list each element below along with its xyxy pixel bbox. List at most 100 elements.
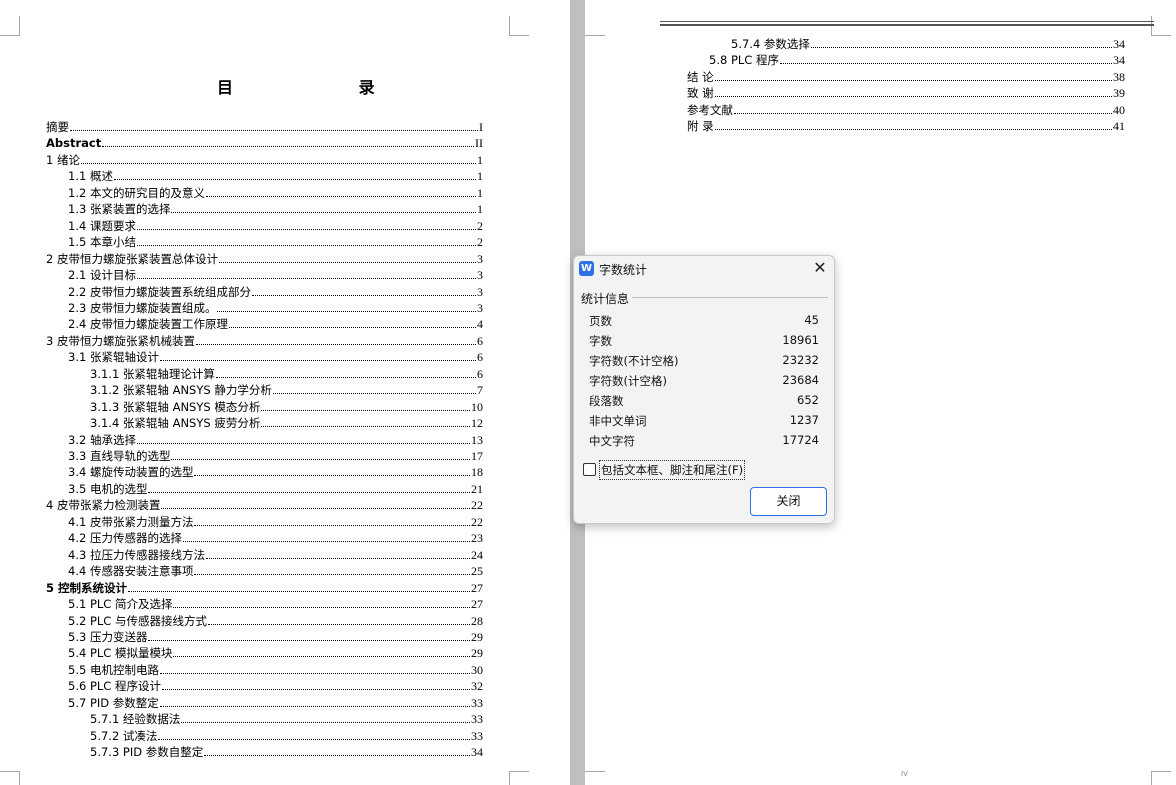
toc-entry[interactable]: 5.3 压力变送器 29 [68, 628, 483, 644]
wps-writer-icon: W [579, 261, 594, 276]
toc-entry[interactable]: 摘要 I [46, 118, 483, 134]
toc-entry[interactable]: 5.7.2 试凑法 33 [90, 727, 483, 743]
toc-entry[interactable]: 5.8 PLC 程序 34 [709, 51, 1125, 67]
toc-entry-label: 2 皮带恒力螺旋张紧装置总体设计 [46, 251, 218, 266]
toc-entry[interactable]: 4.1 皮带张紧力测量方法 22 [68, 513, 483, 529]
toc-entry-page: 4 [477, 317, 483, 332]
toc-entry[interactable]: 3.1.4 张紧辊轴 ANSYS 疲劳分析 12 [90, 414, 483, 430]
stat-label: 页数 [589, 314, 612, 328]
toc-leader-dots [173, 607, 470, 609]
toc-entry[interactable]: 附 录 41 [687, 117, 1125, 133]
stat-value: 23684 [782, 373, 819, 387]
toc-entry[interactable]: 1.1 概述 1 [68, 167, 483, 183]
toc-entry-page: 3 [477, 251, 483, 266]
stat-value: 17724 [782, 433, 819, 447]
toc-entry-label: 5.6 PLC 程序设计 [68, 679, 161, 694]
toc-entry-page: 28 [471, 613, 483, 628]
crop-mark [0, 16, 20, 36]
toc-leader-dots [714, 129, 1112, 130]
toc-entry-label: 4.3 拉压力传感器接线方法 [68, 547, 205, 562]
toc-entry[interactable]: 1.5 本章小结 2 [68, 233, 483, 249]
toc-leader-dots [159, 360, 476, 362]
toc-entry-label: 1.5 本章小结 [68, 235, 136, 250]
toc-entry[interactable]: 3 皮带恒力螺旋张紧机械装置 6 [46, 332, 483, 348]
toc-leader-dots [194, 475, 470, 477]
toc-entry-label: 摘要 [46, 120, 69, 134]
toc-entry-page: 17 [471, 449, 483, 463]
toc-entry[interactable]: 5.5 电机控制电路 30 [68, 661, 483, 677]
toc-entry-page: 25 [471, 564, 483, 579]
crop-mark [585, 771, 605, 785]
toc-entry-label: 结 论 [687, 69, 714, 84]
toc-entry-page: 27 [471, 597, 483, 612]
toc-leader-dots [228, 327, 476, 329]
toc-entry[interactable]: 4 皮带张紧力检测装置 22 [46, 496, 483, 512]
toc-entry[interactable]: 3.1.3 张紧辊轴 ANSYS 模态分析 10 [90, 398, 483, 414]
toc-entry[interactable]: 1 绪论 1 [46, 151, 483, 167]
toc-entry[interactable]: 2.4 皮带恒力螺旋装置工作原理 4 [68, 315, 483, 331]
toc-entry-label: 5.7.1 经验数据法 [90, 712, 181, 727]
toc-entry[interactable]: 5.1 PLC 简介及选择 27 [68, 595, 483, 611]
toc-leader-dots [173, 656, 470, 658]
close-icon[interactable]: ✕ [812, 260, 828, 276]
toc-entry[interactable]: 3.5 电机的选型 21 [68, 480, 483, 496]
toc-leader-dots [171, 459, 470, 460]
toc-entry-label: 2.4 皮带恒力螺旋装置工作原理 [68, 317, 228, 332]
toc-entry[interactable]: 4.4 传感器安装注意事项 25 [68, 562, 483, 578]
toc-leader-dots [182, 541, 470, 543]
toc-entry[interactable]: 2.2 皮带恒力螺旋装置系统组成部分 3 [68, 283, 483, 299]
toc-entry[interactable]: 2.1 设计目标 3 [68, 266, 483, 282]
toc-entry[interactable]: 3.2 轴承选择 13 [68, 431, 483, 447]
toc-entry-page: 38 [1113, 69, 1125, 84]
toc-entry-page: 6 [477, 333, 483, 348]
toc-entry[interactable]: Abstract II [46, 134, 483, 150]
include-textbox-footnote-label[interactable]: 包括文本框、脚注和尾注(F) [599, 460, 746, 480]
toc-entry-page: 22 [471, 498, 483, 513]
toc-entry[interactable]: 结 论 38 [687, 68, 1125, 84]
toc-entry[interactable]: 5.4 PLC 模拟量模块 29 [68, 644, 483, 660]
include-textbox-footnote-checkbox[interactable] [583, 463, 596, 476]
toc-entry[interactable]: 3.1.1 张紧辊轴理论计算 6 [90, 365, 483, 381]
toc-entry[interactable]: 4.2 压力传感器的选择 23 [68, 529, 483, 545]
stat-label: 字数 [589, 334, 612, 348]
toc-entry[interactable]: 参考文献 40 [687, 101, 1125, 117]
toc-entry-page: 41 [1113, 119, 1125, 133]
toc-entry[interactable]: 5.7.3 PID 参数自整定 34 [90, 743, 483, 759]
toc-entry-label: 3.1 张紧辊轴设计 [68, 350, 159, 365]
toc-entry[interactable]: 3.1 张紧辊轴设计 6 [68, 348, 483, 364]
toc-entry[interactable]: 3.3 直线导轨的选型 17 [68, 447, 483, 463]
toc-entry[interactable]: 1.4 课题要求 2 [68, 217, 483, 233]
toc-entry[interactable]: 3.4 螺旋传动装置的选型 18 [68, 463, 483, 479]
toc-leader-dots [159, 705, 470, 707]
toc-entry[interactable]: 5 控制系统设计 27 [46, 579, 483, 595]
toc-entry[interactable]: 5.7 PID 参数整定 33 [68, 694, 483, 710]
toc-entry[interactable]: 5.6 PLC 程序设计 32 [68, 677, 483, 693]
toc-entry[interactable]: 1.2 本文的研究目的及意义 1 [68, 184, 483, 200]
toc-entry[interactable]: 2 皮带恒力螺旋张紧装置总体设计 3 [46, 250, 483, 266]
toc-entry[interactable]: 5.7.4 参数选择 34 [731, 35, 1125, 51]
toc-entry[interactable]: 5.7.1 经验数据法 33 [90, 710, 483, 726]
toc-entry[interactable]: 4.3 拉压力传感器接线方法 24 [68, 546, 483, 562]
toc-title: 目 录 [217, 78, 435, 97]
toc-entry-page: 12 [471, 416, 483, 431]
word-count-dialog: W 字数统计 ✕ 统计信息 页数 45 字数 18961 字符数(不计空格) 23232 字… [573, 255, 835, 524]
stat-row: 字数 18961 [589, 333, 819, 349]
toc-entry[interactable]: 5.2 PLC 与传感器接线方式 28 [68, 612, 483, 628]
toc-entry-label: 5.8 PLC 程序 [709, 53, 779, 68]
stat-row: 中文字符 17724 [589, 433, 819, 449]
toc-leader-dots [207, 623, 470, 625]
toc-entry[interactable]: 3.1.2 张紧辊轴 ANSYS 静力学分析 7 [90, 381, 483, 397]
toc-entry[interactable]: 1.3 张紧装置的选择 1 [68, 200, 483, 216]
toc-entry[interactable]: 致 谢 39 [687, 84, 1125, 100]
toc-leader-dots [734, 112, 1112, 114]
close-button[interactable]: 关闭 [750, 487, 827, 516]
toc-entry-label: 3.3 直线导轨的选型 [68, 449, 171, 463]
toc-entry-page: 3 [477, 300, 483, 315]
toc-entry-label: 1.4 课题要求 [68, 218, 136, 233]
toc-entry-page: 32 [471, 679, 483, 694]
toc-leader-dots [136, 245, 476, 247]
page-footer-number: IV [901, 770, 908, 778]
toc-entry-page: 33 [471, 712, 483, 727]
toc-entry[interactable]: 2.3 皮带恒力螺旋装置组成。 3 [68, 299, 483, 315]
stat-row: 字符数(不计空格) 23232 [589, 353, 819, 369]
